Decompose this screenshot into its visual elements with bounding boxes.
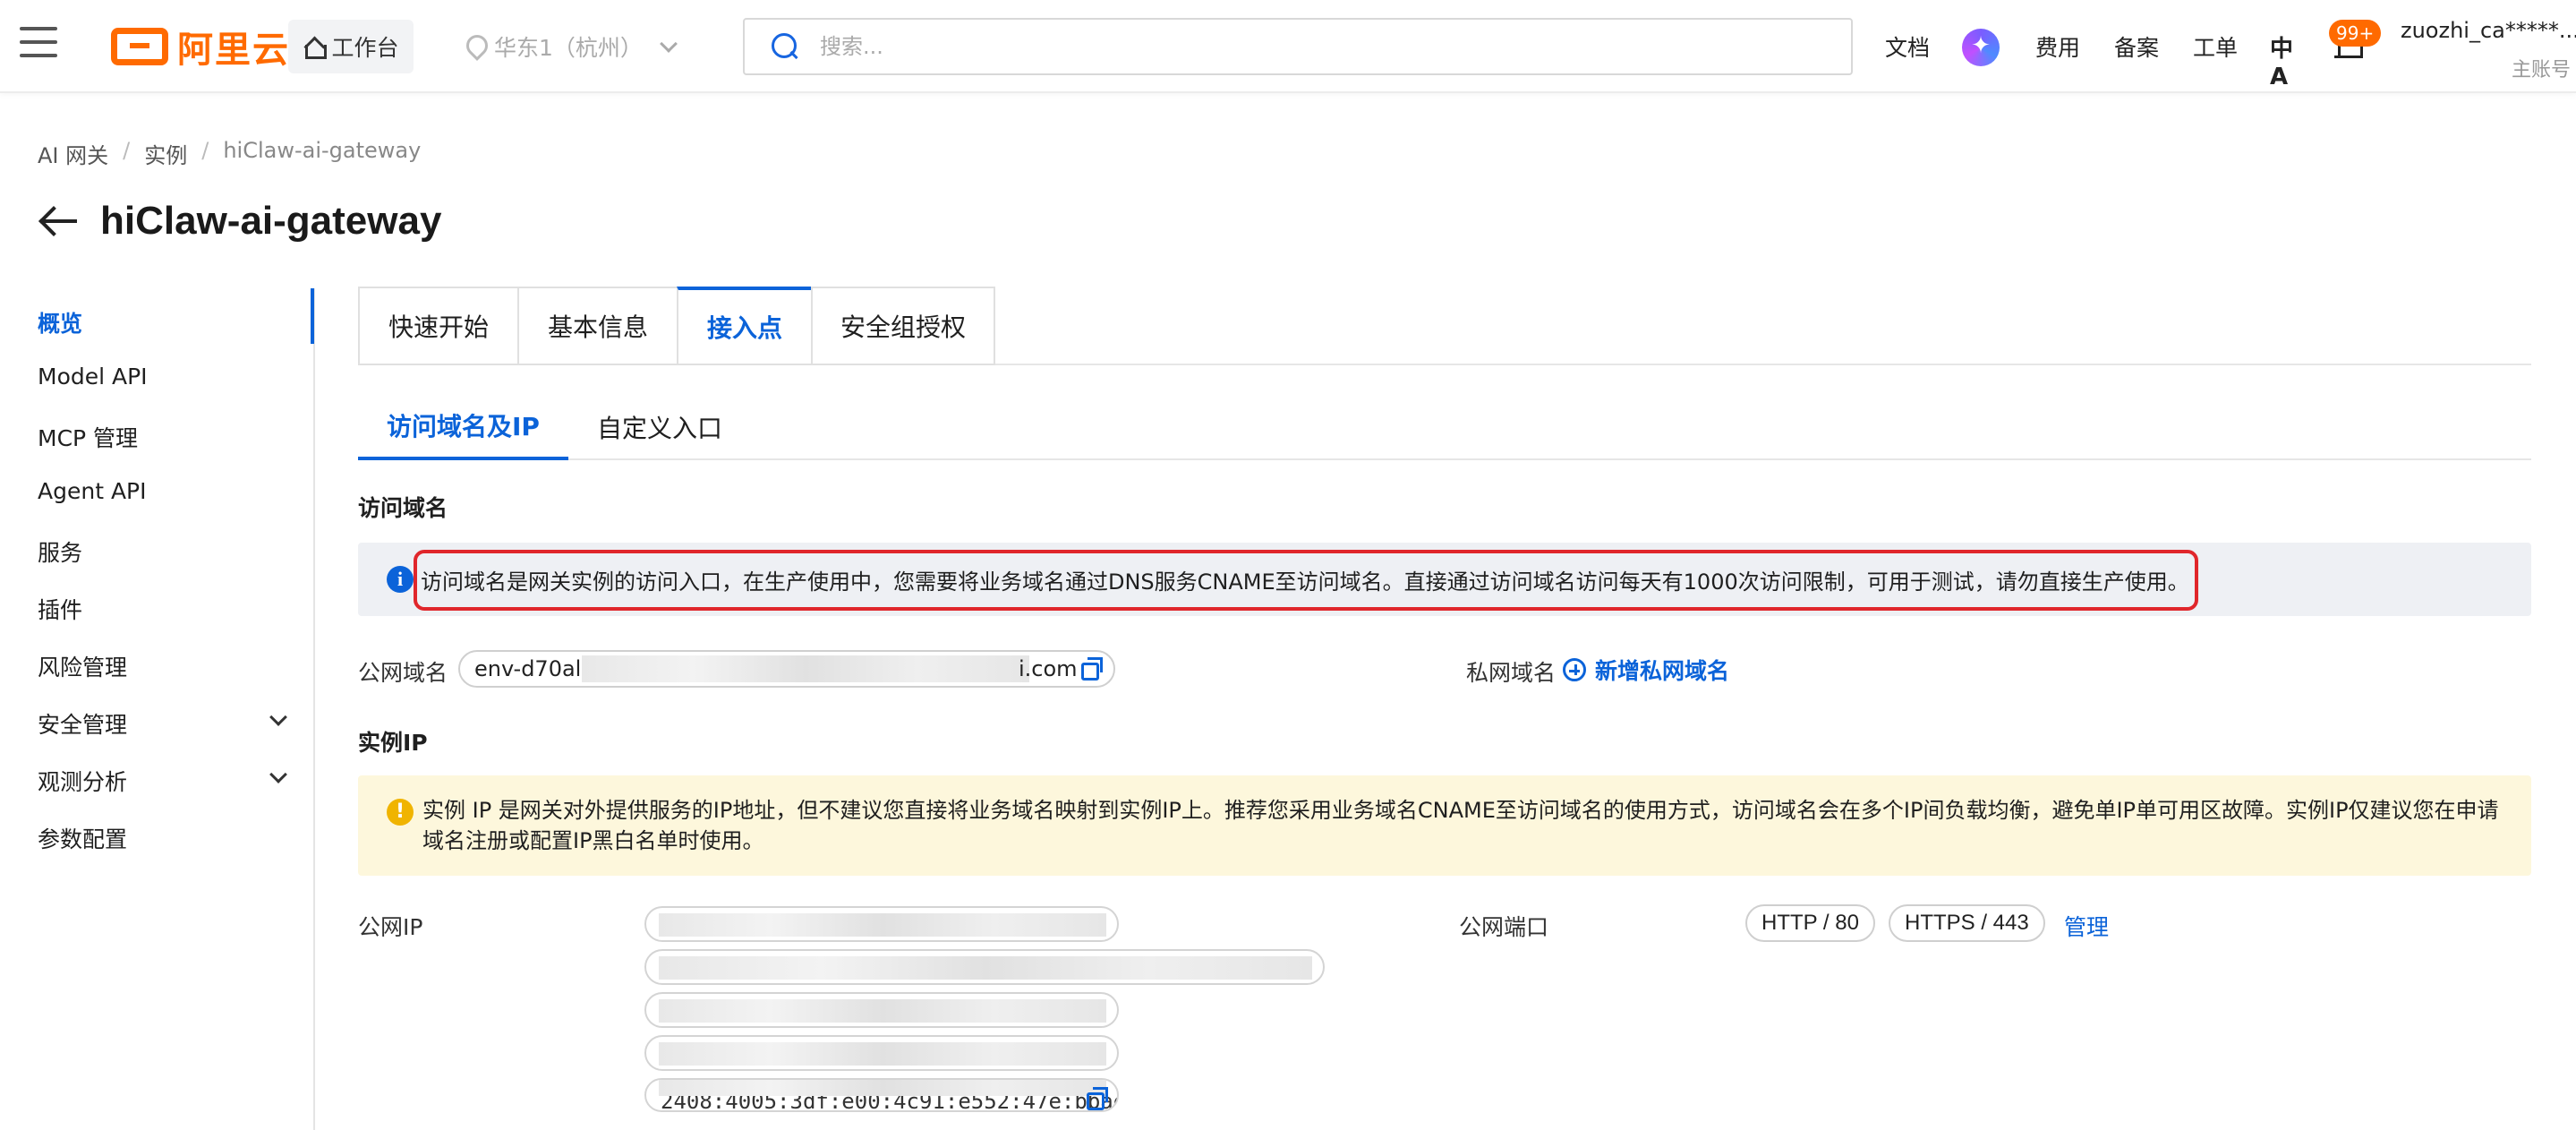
sub-tabs: 访问域名及IP 自定义入口 (358, 394, 751, 460)
workbench-button[interactable]: 工作台 (288, 20, 414, 73)
menu-icon[interactable] (20, 27, 57, 63)
sidebar-item-label: 安全管理 (38, 712, 128, 738)
logo-text: 阿里云 (177, 30, 290, 71)
tab-basic-info[interactable]: 基本信息 (517, 287, 677, 365)
public-domain-prefix: env-d70al (474, 656, 582, 681)
manage-ports-link[interactable]: 管理 (2064, 910, 2109, 942)
sidebar-active-indicator (311, 288, 314, 344)
chevron-down-icon (269, 766, 287, 783)
sidebar-item-model-api[interactable]: Model API (38, 364, 306, 390)
tab-endpoints[interactable]: 接入点 (677, 287, 811, 365)
chevron-down-icon (269, 708, 287, 726)
workbench-label: 工作台 (331, 35, 399, 61)
port-http: HTTP / 80 (1745, 904, 1875, 942)
tab-quick-start[interactable]: 快速开始 (358, 287, 517, 365)
warning-alert-text: 实例 IP 是网关对外提供服务的IP地址，但不建议您直接将业务域名映射到实例IP… (422, 798, 2499, 853)
copy-icon[interactable] (1081, 657, 1103, 681)
redacted-blur (659, 956, 1312, 980)
title-row: hiClaw-ai-gateway (38, 199, 441, 244)
subtab-custom-entry[interactable]: 自定义入口 (568, 394, 751, 460)
tab-security-group[interactable]: 安全组授权 (811, 287, 995, 365)
language-icon[interactable]: 中A (2270, 30, 2300, 90)
sidebar-item-services[interactable]: 服务 (38, 535, 306, 568)
search-icon (772, 33, 798, 60)
public-ip-item[interactable] (644, 992, 1119, 1028)
sidebar-item-agent-api[interactable]: Agent API (38, 478, 306, 504)
breadcrumb-ai-gateway[interactable]: AI 网关 (38, 138, 108, 169)
ai-assistant-icon[interactable] (1962, 29, 2000, 66)
breadcrumb: AI 网关 / 实例 / hiClaw-ai-gateway (38, 138, 421, 169)
region-label: 华东1（杭州） (494, 35, 643, 61)
sidebar: 概览 Model API MCP 管理 Agent API 服务 插件 风险管理… (0, 288, 315, 1130)
sidebar-item-plugins[interactable]: 插件 (38, 593, 306, 625)
public-ip-item[interactable] (644, 949, 1325, 985)
sidebar-item-params[interactable]: 参数配置 (38, 822, 306, 854)
add-private-domain-label: 新增私网域名 (1595, 658, 1730, 684)
private-domain-label: 私网域名 (1466, 660, 1557, 686)
redacted-blur (659, 999, 1106, 1023)
plus-circle-icon (1563, 658, 1586, 681)
sidebar-item-observability[interactable]: 观测分析 (38, 765, 306, 797)
aliyun-logo[interactable]: 阿里云 (111, 23, 290, 71)
sidebar-item-risk[interactable]: 风险管理 (38, 650, 306, 682)
public-ip-label: 公网IP (358, 914, 423, 940)
global-search[interactable] (743, 18, 1853, 75)
breadcrumb-instances[interactable]: 实例 (144, 138, 187, 169)
sidebar-item-security[interactable]: 安全管理 (38, 707, 306, 740)
section-title-access-domain: 访问域名 (358, 495, 448, 521)
redacted-blur (659, 1042, 1106, 1066)
public-domain-label: 公网域名 (358, 660, 448, 686)
breadcrumb-separator: / (201, 138, 209, 163)
logo-mark-icon (111, 28, 168, 65)
public-domain-suffix: i.com (1019, 656, 1078, 681)
sidebar-item-mcp[interactable]: MCP 管理 (38, 421, 306, 453)
sidebar-item-label: 观测分析 (38, 769, 128, 795)
top-bar: 阿里云 工作台 华东1（杭州） 文档 费用 备案 工单 中A 99+ zuozh… (0, 0, 2576, 93)
account-role: 主账号 (2512, 59, 2572, 81)
public-ip-item[interactable] (644, 906, 1119, 942)
breadcrumb-current: hiClaw-ai-gateway (223, 138, 422, 163)
page-title: hiClaw-ai-gateway (100, 199, 442, 243)
account-name[interactable]: zuozhi_ca*****... (2401, 18, 2576, 43)
warning-alert: ! 实例 IP 是网关对外提供服务的IP地址，但不建议您直接将业务域名映射到实例… (358, 775, 2531, 876)
notification-badge: 99+ (2329, 20, 2382, 47)
home-icon (303, 36, 328, 59)
nav-record-link[interactable]: 备案 (2114, 27, 2159, 66)
nav-ticket-link[interactable]: 工单 (2193, 27, 2238, 66)
sidebar-item-overview[interactable]: 概览 (38, 306, 306, 338)
redacted-blur (659, 1080, 1106, 1096)
search-input[interactable] (820, 34, 1804, 59)
redacted-blur (582, 655, 1029, 682)
location-pin-icon (465, 35, 483, 58)
back-arrow-icon[interactable] (38, 203, 77, 239)
port-https: HTTPS / 443 (1889, 904, 2045, 942)
copy-icon[interactable] (1087, 1087, 1108, 1110)
nav-docs-link[interactable]: 文档 (1885, 27, 1930, 66)
redacted-blur (659, 913, 1106, 937)
subtab-domain-ip[interactable]: 访问域名及IP (358, 394, 568, 460)
breadcrumb-separator: / (123, 138, 131, 163)
nav-fee-link[interactable]: 费用 (2035, 27, 2080, 66)
main-tabs: 快速开始 基本信息 接入点 安全组授权 (358, 287, 995, 365)
chevron-down-icon (660, 35, 678, 53)
public-ip-item[interactable] (644, 1035, 1119, 1071)
public-domain-value[interactable]: env-d70al i.com (458, 650, 1115, 688)
add-private-domain-button[interactable]: 新增私网域名 (1563, 654, 1729, 686)
region-selector[interactable]: 华东1（杭州） (465, 27, 678, 66)
public-ip-item[interactable]: 2408:4005:3df:e00:4c91:e552:47e:bbae (644, 1078, 1119, 1112)
info-icon: i (387, 566, 414, 593)
warning-icon: ! (387, 799, 414, 826)
public-port-label: 公网端口 (1459, 914, 1549, 940)
highlight-annotation-frame (414, 550, 2198, 611)
section-title-instance-ip: 实例IP (358, 730, 428, 756)
